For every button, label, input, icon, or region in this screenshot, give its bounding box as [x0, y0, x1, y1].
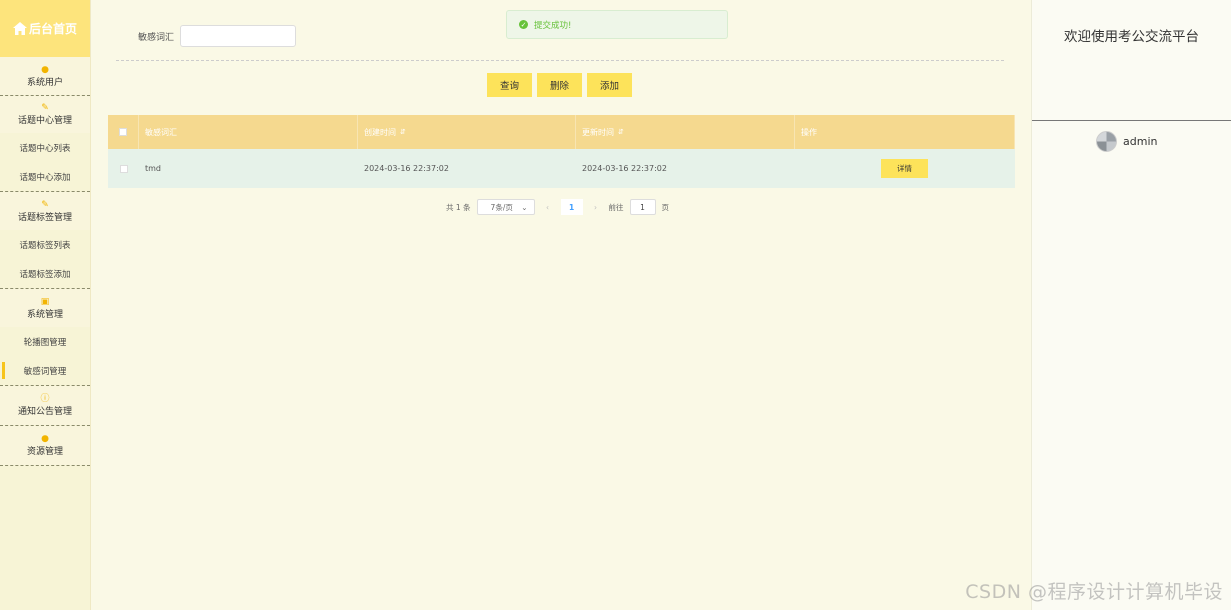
user-info[interactable]: admin [1096, 131, 1157, 152]
sidebar-sub-sensitive-words[interactable]: 敏感词管理 [0, 356, 90, 385]
cell-created: 2024-03-16 22:37:02 [364, 164, 449, 173]
header-action: 操作 [795, 115, 1015, 149]
header-updated[interactable]: 更新时间 ⇵ [576, 115, 795, 149]
sort-icon[interactable]: ⇵ [400, 128, 406, 136]
warning-icon: ⓘ [40, 394, 50, 404]
sidebar-sub-topic-tags-add[interactable]: 话题标签添加 [0, 259, 90, 288]
sidebar-group-notices: ⓘ 通知公告管理 [0, 386, 90, 426]
header-created[interactable]: 创建时间 ⇵ [358, 115, 576, 149]
add-button[interactable]: 添加 [587, 73, 633, 97]
detail-button[interactable]: 详情 [881, 159, 928, 178]
sidebar-group-resources: ● 资源管理 [0, 426, 90, 466]
right-panel: 欢迎使用考公交流平台 admin [1031, 0, 1231, 610]
chevron-down-icon: ⌄ [521, 202, 528, 212]
header-label: 操作 [801, 127, 817, 137]
search-label: 敏感词汇 [138, 32, 175, 43]
goto-label: 前往 [608, 202, 624, 212]
sidebar-item-label: 话题标签管理 [17, 212, 72, 223]
edit-icon: ✎ [41, 103, 49, 113]
cell-action: 详情 [795, 149, 1015, 188]
select-all-checkbox[interactable] [119, 128, 127, 136]
sidebar-item-topic-tags[interactable]: ✎ 话题标签管理 [0, 192, 90, 230]
home-link[interactable]: 后台首页 [0, 0, 90, 57]
prev-page-icon[interactable]: ‹ [541, 203, 555, 212]
toast-text: 提交成功! [534, 20, 572, 31]
sidebar-item-topic-center[interactable]: ✎ 话题中心管理 [0, 96, 90, 133]
check-circle-icon: ✓ [519, 20, 528, 29]
main-content: 敏感词汇 ✓ 提交成功! 查询 删除 添加 敏感词汇 创建时间 ⇵ 更新时间 ⇵ 操… [91, 0, 1031, 610]
sidebar-group-topic-center: ✎ 话题中心管理 话题中心列表 话题中心添加 [0, 96, 90, 192]
page-size-value: 7条/页 [490, 202, 513, 212]
sidebar-group-topic-tags: ✎ 话题标签管理 话题标签列表 话题标签添加 [0, 192, 90, 289]
sidebar-item-system-manage[interactable]: ▣ 系统管理 [0, 289, 90, 327]
sidebar-sub-carousel[interactable]: 轮播图管理 [0, 327, 90, 356]
table-row: tmd 2024-03-16 22:37:02 2024-03-16 22:37… [108, 149, 1015, 188]
search-form: 敏感词汇 [138, 25, 297, 47]
welcome-title: 欢迎使用考公交流平台 [1064, 29, 1199, 45]
total-count: 共 1 条 [446, 202, 471, 212]
page-number-current[interactable]: 1 [560, 199, 583, 215]
sidebar-item-label: 系统管理 [26, 309, 63, 320]
table-header: 敏感词汇 创建时间 ⇵ 更新时间 ⇵ 操作 [108, 115, 1015, 149]
page-suffix: 页 [661, 202, 670, 212]
sidebar-item-notices[interactable]: ⓘ 通知公告管理 [0, 386, 90, 425]
page-size-select[interactable]: 7条/页 ⌄ [476, 199, 535, 215]
edit-icon: ✎ [41, 199, 49, 210]
sidebar-item-label: 通知公告管理 [17, 407, 72, 417]
header-checkbox-cell [108, 115, 139, 149]
row-checkbox[interactable] [119, 164, 128, 173]
sort-icon[interactable]: ⇵ [618, 128, 624, 136]
header-label: 更新时间 [582, 127, 614, 137]
watermark: CSDN @程序设计计算机毕设 [965, 581, 1223, 603]
sidebar: 后台首页 ● 系统用户 ✎ 话题中心管理 话题中心列表 话题中心添加 ✎ 话题标… [0, 0, 91, 610]
sidebar-item-label: 话题中心管理 [17, 116, 72, 126]
sidebar-item-resources[interactable]: ● 资源管理 [0, 426, 90, 465]
home-label: 后台首页 [28, 22, 77, 36]
header-label: 创建时间 [364, 127, 396, 137]
query-button[interactable]: 查询 [487, 73, 533, 97]
sidebar-item-label: 资源管理 [26, 447, 63, 457]
divider [116, 60, 1004, 61]
delete-button[interactable]: 删除 [537, 73, 583, 97]
header-word: 敏感词汇 [139, 115, 358, 149]
search-input[interactable] [180, 25, 297, 47]
avatar[interactable] [1096, 131, 1117, 152]
sidebar-group-system: ▣ 系统管理 轮播图管理 敏感词管理 [0, 289, 90, 386]
home-icon [12, 22, 27, 35]
sidebar-item-label: 系统用户 [26, 77, 63, 88]
data-table: 敏感词汇 创建时间 ⇵ 更新时间 ⇵ 操作 tmd 2024-03-16 22:37… [108, 115, 1015, 188]
cell-word: tmd [145, 164, 162, 173]
cell-updated: 2024-03-16 22:37:02 [582, 164, 667, 173]
header-label: 敏感词汇 [145, 127, 177, 137]
sidebar-sub-topic-center-add[interactable]: 话题中心添加 [0, 162, 90, 191]
sidebar-item-system-users[interactable]: ● 系统用户 [0, 57, 90, 95]
goto-page-input[interactable]: 1 [629, 199, 656, 215]
sidebar-sub-topic-center-list[interactable]: 话题中心列表 [0, 133, 90, 162]
sidebar-group-users: ● 系统用户 [0, 57, 90, 96]
row-checkbox-cell [108, 149, 139, 188]
sidebar-sub-topic-tags-list[interactable]: 话题标签列表 [0, 230, 90, 259]
divider [1032, 120, 1231, 121]
success-toast: ✓ 提交成功! [506, 10, 728, 39]
pagination: 共 1 条 7条/页 ⌄ ‹ 1 › 前往 1 页 [446, 199, 669, 215]
image-icon: ▣ [40, 296, 50, 307]
user-icon: ● [41, 64, 49, 75]
location-icon: ● [41, 434, 49, 444]
action-buttons: 查询 删除 添加 [487, 73, 633, 97]
username: admin [1123, 135, 1158, 148]
next-page-icon[interactable]: › [589, 203, 603, 212]
